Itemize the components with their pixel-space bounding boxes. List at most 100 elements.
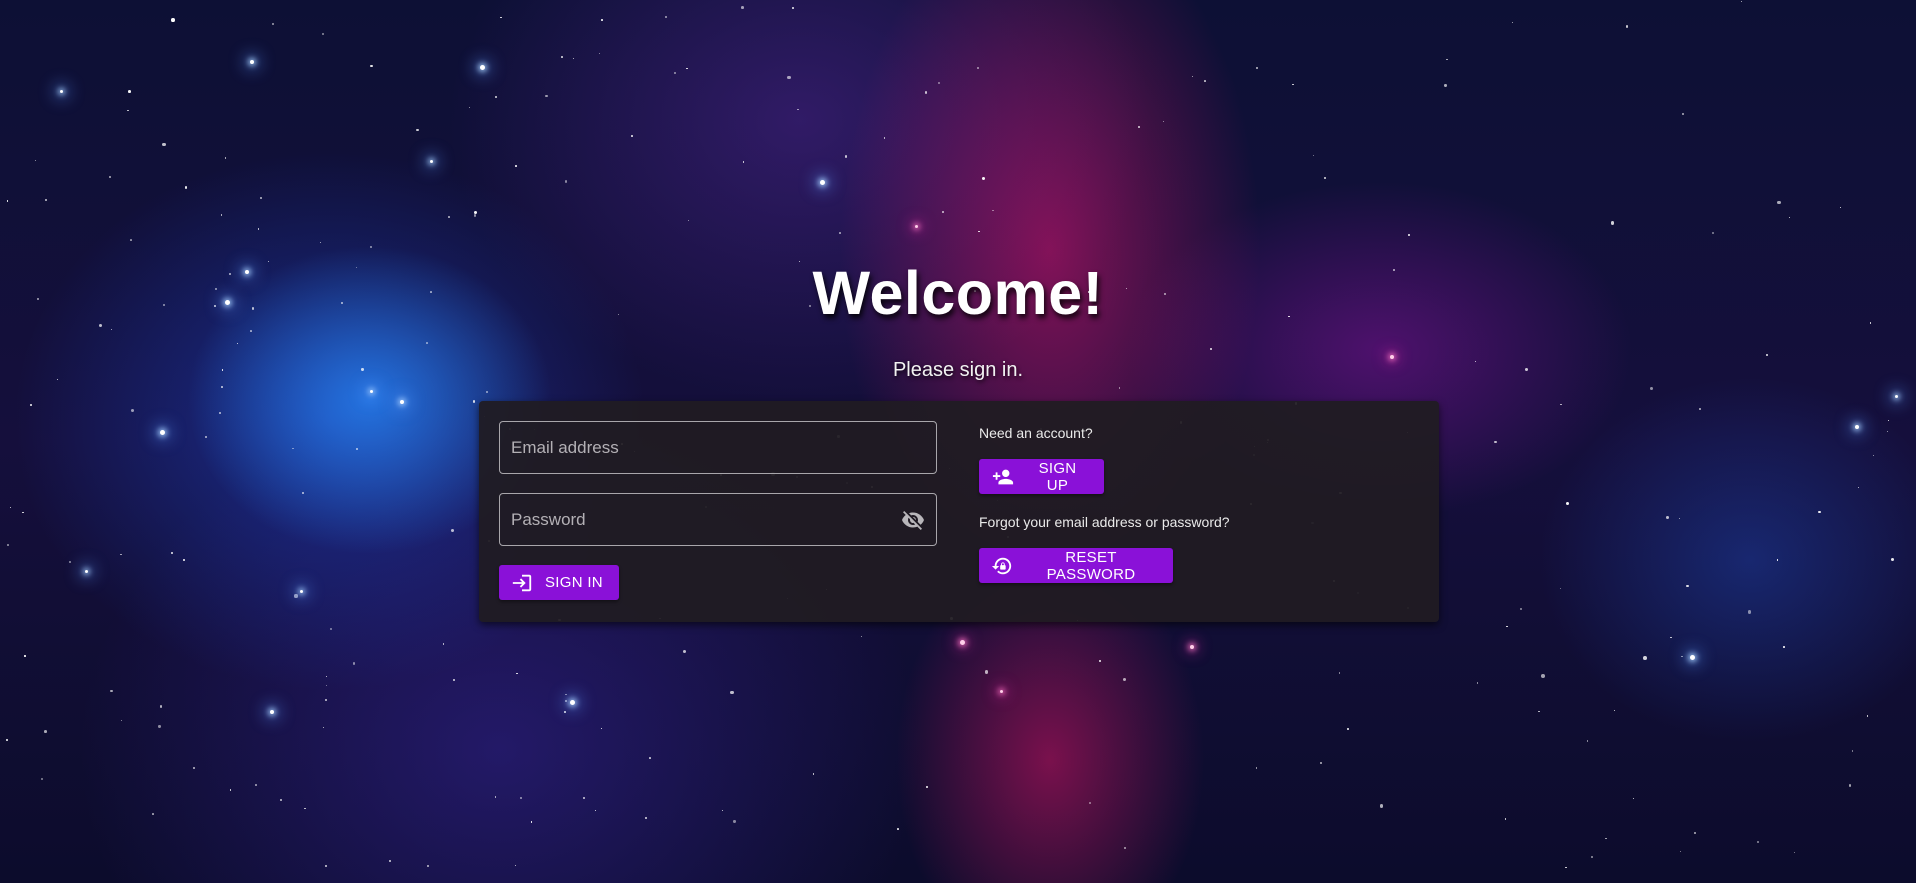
- bright-star: [820, 180, 825, 185]
- star: [1123, 847, 1126, 850]
- star: [938, 81, 941, 84]
- star: [1191, 75, 1193, 77]
- star: [1338, 672, 1341, 675]
- star: [272, 23, 275, 26]
- star: [1446, 58, 1448, 61]
- bright-star: [1000, 690, 1003, 693]
- login-card: SIGN IN Need an account? SIGN UP Forgot …: [479, 401, 1439, 622]
- email-input[interactable]: [500, 422, 936, 473]
- star: [29, 403, 33, 407]
- star: [442, 643, 445, 645]
- star: [416, 128, 419, 131]
- star: [130, 239, 133, 242]
- bright-star: [430, 160, 433, 163]
- star: [1604, 837, 1607, 840]
- star: [1857, 487, 1860, 489]
- star: [325, 865, 327, 867]
- star: [324, 698, 327, 702]
- star: [1849, 784, 1852, 787]
- star: [352, 662, 356, 665]
- star: [1776, 559, 1779, 561]
- reset-password-button[interactable]: RESET PASSWORD: [979, 548, 1173, 583]
- star: [1123, 677, 1127, 681]
- star: [1788, 216, 1790, 218]
- sign-in-label: SIGN IN: [545, 574, 603, 591]
- star: [193, 767, 195, 769]
- star: [977, 66, 980, 69]
- star: [530, 821, 533, 823]
- star: [294, 594, 298, 598]
- star: [326, 676, 328, 678]
- star: [1756, 840, 1759, 843]
- star: [6, 199, 9, 202]
- bright-star: [160, 430, 165, 435]
- star: [1088, 802, 1092, 805]
- star: [673, 71, 676, 74]
- star: [322, 32, 325, 36]
- star: [22, 511, 24, 514]
- star: [1851, 750, 1853, 752]
- sign-up-label: SIGN UP: [1038, 459, 1077, 494]
- star: [40, 778, 43, 781]
- star: [370, 245, 373, 249]
- star: [111, 328, 113, 330]
- star: [1711, 232, 1715, 235]
- sign-in-button[interactable]: SIGN IN: [499, 565, 619, 600]
- star: [120, 720, 123, 722]
- password-input[interactable]: [500, 494, 936, 545]
- star: [1520, 608, 1523, 611]
- sign-up-button[interactable]: SIGN UP: [979, 459, 1104, 494]
- star: [450, 529, 454, 533]
- reset-password-label: RESET PASSWORD: [1046, 548, 1136, 583]
- page-subtitle: Please sign in.: [892, 359, 1024, 381]
- bright-star: [370, 390, 373, 393]
- star: [110, 689, 113, 693]
- star: [982, 176, 986, 180]
- star: [500, 16, 503, 19]
- password-field[interactable]: [499, 493, 937, 546]
- star: [1540, 673, 1545, 678]
- star: [565, 699, 568, 702]
- bright-star: [250, 60, 254, 64]
- star: [686, 67, 688, 70]
- star: [1564, 866, 1567, 869]
- star: [741, 6, 745, 10]
- star: [1614, 709, 1616, 711]
- star: [236, 342, 239, 345]
- star: [545, 94, 548, 98]
- star: [520, 797, 523, 800]
- star: [1560, 403, 1562, 406]
- bright-star: [85, 570, 88, 573]
- star: [1319, 761, 1322, 764]
- lock-reset-icon: [991, 555, 1025, 577]
- star: [44, 199, 47, 202]
- star: [1444, 84, 1447, 87]
- star: [486, 390, 489, 393]
- star: [797, 108, 799, 111]
- star: [664, 16, 668, 19]
- star: [426, 342, 428, 345]
- star: [1681, 655, 1683, 658]
- star: [1682, 113, 1684, 115]
- star: [1741, 0, 1743, 3]
- star: [1506, 626, 1508, 628]
- star: [1505, 818, 1507, 820]
- star: [389, 859, 392, 862]
- star: [319, 241, 321, 244]
- star: [130, 408, 135, 413]
- star: [1312, 155, 1314, 157]
- star: [170, 551, 174, 555]
- star: [159, 705, 163, 708]
- email-field[interactable]: [499, 421, 937, 474]
- star: [448, 216, 450, 219]
- star: [733, 820, 736, 823]
- star: [839, 231, 841, 234]
- star: [1099, 660, 1102, 663]
- star: [1477, 682, 1479, 684]
- star: [468, 107, 470, 109]
- star: [1538, 710, 1540, 713]
- star: [1888, 419, 1890, 421]
- eye-off-icon[interactable]: [900, 508, 926, 532]
- star: [1204, 80, 1206, 82]
- bright-star: [60, 90, 63, 93]
